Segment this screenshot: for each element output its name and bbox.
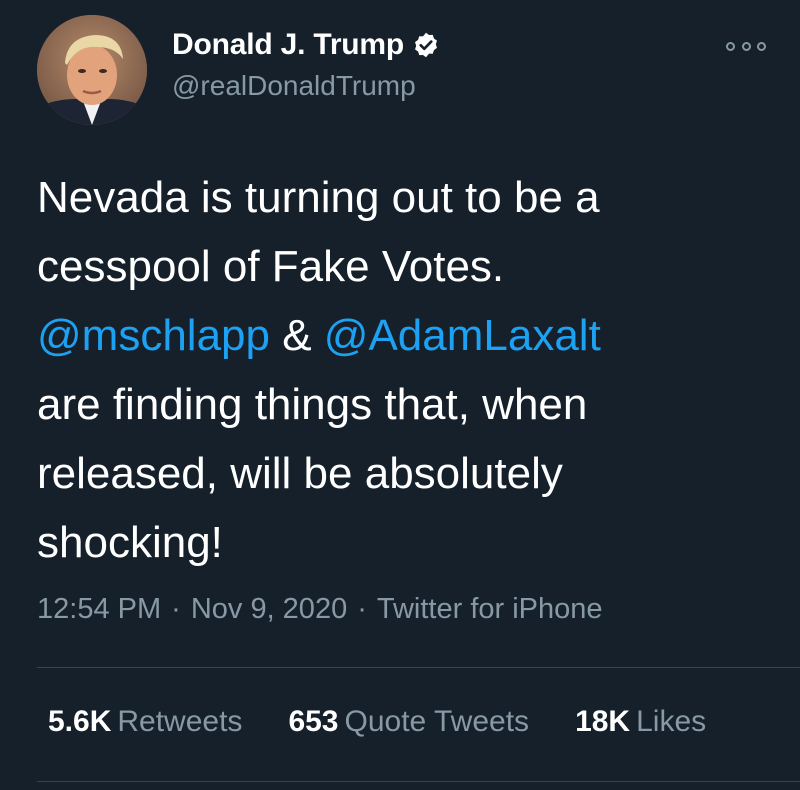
quote-tweets-label: Quote Tweets <box>344 705 530 738</box>
dot-icon <box>741 41 751 51</box>
dot-icon <box>757 41 766 51</box>
tweet-source[interactable]: Twitter for iPhone <box>377 593 603 625</box>
likes-label: Likes <box>636 705 707 738</box>
mention-link[interactable]: @mschlapp <box>37 311 270 360</box>
retweets-stat[interactable]: 5.6K Retweets <box>48 705 242 739</box>
separator: · <box>171 593 181 625</box>
more-options-icon[interactable] <box>726 36 766 56</box>
author-block[interactable]: Donald J. Trump @realDonaldTrump <box>172 28 440 102</box>
tweet-text-line: released, will be absolutely <box>37 449 563 498</box>
likes-stat[interactable]: 18K Likes <box>575 705 706 739</box>
quote-tweets-stat[interactable]: 653 Quote Tweets <box>288 705 529 739</box>
mention-link[interactable]: @AdamLaxalt <box>324 311 601 360</box>
divider <box>37 781 800 782</box>
avatar[interactable] <box>37 15 147 125</box>
likes-count: 18K <box>575 705 631 738</box>
quote-tweets-count: 653 <box>288 705 339 738</box>
tweet-time[interactable]: 12:54 PM <box>37 593 161 625</box>
engagement-stats: 5.6K Retweets 653 Quote Tweets 18K Likes <box>48 705 706 739</box>
display-name[interactable]: Donald J. Trump <box>172 28 404 62</box>
tweet-text-line: shocking! <box>37 518 223 567</box>
tweet-text-line: Nevada is turning out to be a <box>37 173 600 222</box>
tweet-text: Nevada is turning out to be a cesspool o… <box>37 163 757 577</box>
tweet-card: Donald J. Trump @realDonaldTrump Nevada … <box>0 0 800 790</box>
handle[interactable]: @realDonaldTrump <box>172 70 440 102</box>
tweet-meta: 12:54 PM · Nov 9, 2020 · Twitter for iPhone <box>37 593 603 626</box>
tweet-date[interactable]: Nov 9, 2020 <box>191 593 347 625</box>
tweet-text-line: cesspool of Fake Votes. <box>37 242 505 291</box>
dot-icon <box>726 41 735 51</box>
tweet-text-fragment: & <box>269 311 324 360</box>
retweets-count: 5.6K <box>48 705 112 738</box>
divider <box>37 667 800 668</box>
name-row: Donald J. Trump <box>172 28 440 62</box>
separator: · <box>357 593 367 625</box>
verified-badge-icon <box>412 31 440 59</box>
retweets-label: Retweets <box>117 705 243 738</box>
tweet-text-line: are finding things that, when <box>37 380 588 429</box>
